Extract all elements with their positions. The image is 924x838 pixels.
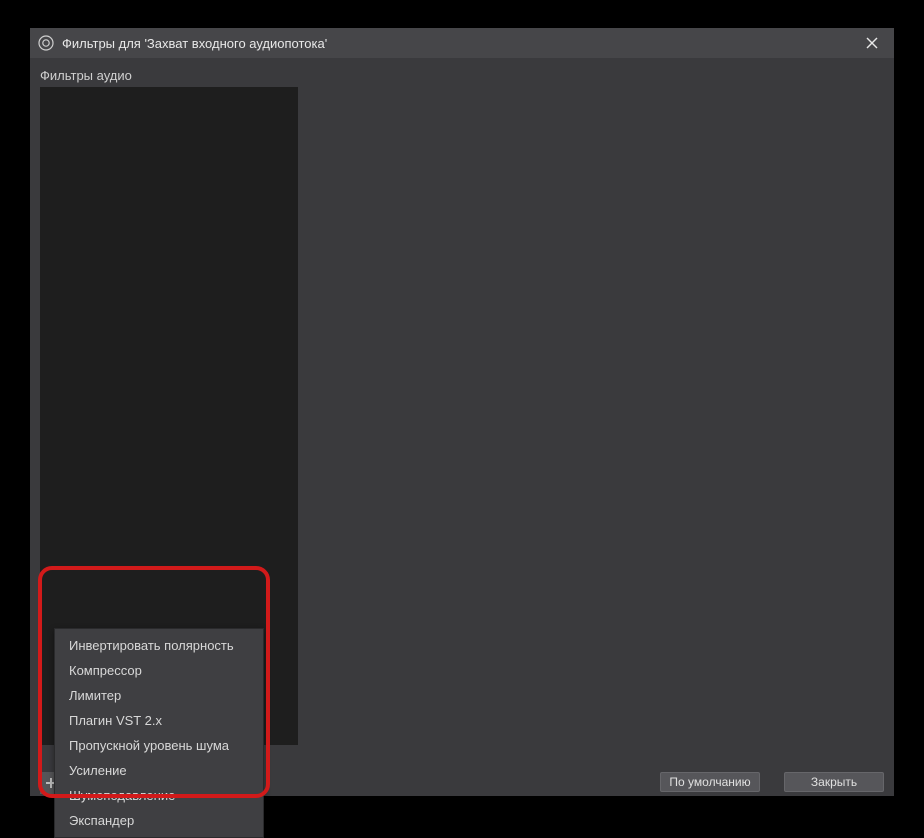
menu-item-noise-suppression[interactable]: Шумоподавление (55, 783, 263, 808)
window-close-button[interactable] (858, 29, 886, 57)
menu-item-limiter[interactable]: Лимитер (55, 683, 263, 708)
obs-app-icon (38, 35, 54, 51)
menu-item-compressor[interactable]: Компрессор (55, 658, 263, 683)
add-filter-context-menu: Инвертировать полярность Компрессор Лими… (54, 628, 264, 838)
menu-item-gain[interactable]: Усиление (55, 758, 263, 783)
dialog-content: Фильтры аудио Инвертировать полярность К… (30, 58, 894, 796)
titlebar: Фильтры для 'Захват входного аудиопотока… (30, 28, 894, 58)
defaults-button[interactable]: По умолчанию (660, 772, 760, 792)
close-button[interactable]: Закрыть (784, 772, 884, 792)
dialog-footer: По умолчанию Закрыть (660, 772, 884, 792)
filters-dialog: Фильтры для 'Захват входного аудиопотока… (30, 28, 894, 796)
window-title: Фильтры для 'Захват входного аудиопотока… (62, 36, 858, 51)
audio-filters-label: Фильтры аудио (40, 68, 884, 83)
menu-item-invert-polarity[interactable]: Инвертировать полярность (55, 633, 263, 658)
menu-item-noise-gate[interactable]: Пропускной уровень шума (55, 733, 263, 758)
menu-item-vst-plugin[interactable]: Плагин VST 2.x (55, 708, 263, 733)
close-icon (866, 37, 878, 49)
